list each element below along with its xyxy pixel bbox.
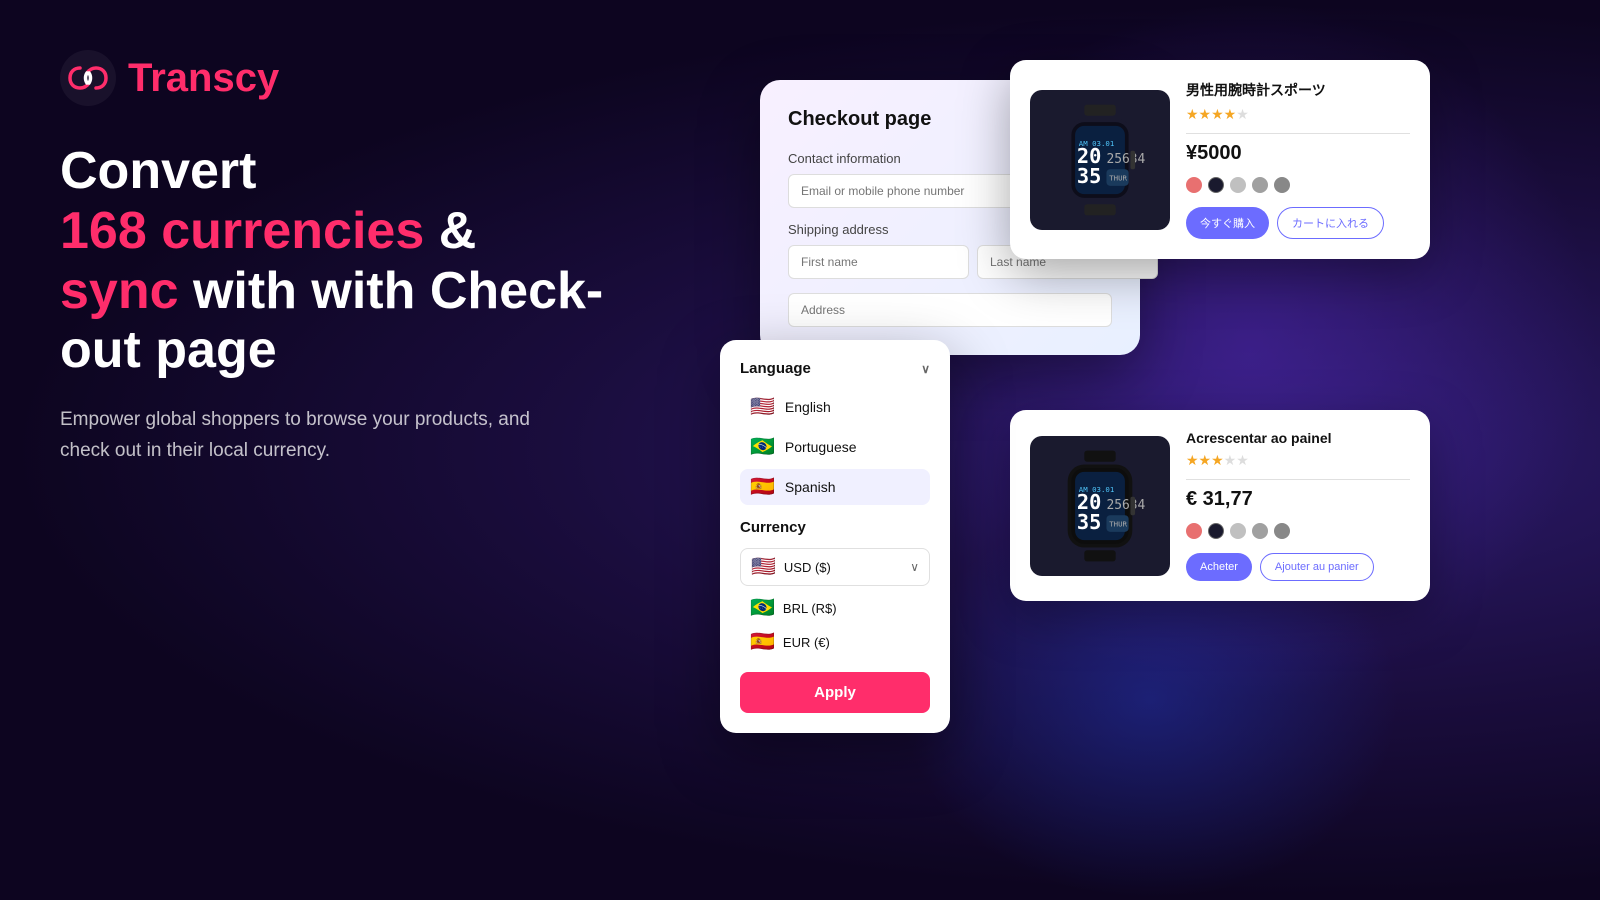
language-item-english[interactable]: 🇺🇸 English [740, 389, 930, 425]
buy-now-jp-button[interactable]: 今すぐ購入 [1186, 207, 1269, 239]
headline-sync: sync [60, 262, 179, 320]
divider-bottom [1186, 479, 1410, 480]
headline-checkout2: out page [60, 321, 277, 379]
headline: Convert 168 currencies & sync with with … [60, 142, 620, 381]
language-item-spanish[interactable]: 🇪🇸 Spanish [740, 469, 930, 505]
product-price-top: ¥5000 [1186, 142, 1410, 165]
svg-text:25634: 25634 [1106, 151, 1145, 166]
logo-text: Transcy [128, 56, 279, 101]
svg-text:THUR: THUR [1109, 519, 1127, 528]
product-title-bottom: Acrescentar ao painel [1186, 430, 1410, 446]
flag-usd: 🇺🇸 [751, 557, 776, 577]
product-title-top: 男性用腕時計スポーツ [1186, 80, 1410, 100]
language-portuguese-text: Portuguese [785, 439, 857, 455]
product-info-bottom: Acrescentar ao painel ★★★★★ € 31,77 Ache… [1186, 430, 1410, 581]
color-dot-b1[interactable] [1186, 523, 1202, 539]
color-dot-2[interactable] [1208, 177, 1224, 193]
color-dot-b2[interactable] [1208, 523, 1224, 539]
product-price-bottom: € 31,77 [1186, 488, 1410, 511]
language-label: Language [740, 360, 811, 377]
flag-eur: 🇪🇸 [750, 632, 775, 652]
color-dots-bottom [1186, 523, 1410, 539]
right-panel: Checkout page Contact information Shippi… [700, 30, 1600, 870]
currency-section: Currency 🇺🇸 USD ($) ∨ 🇧🇷 BRL (R$) 🇪🇸 EUR… [740, 519, 930, 658]
add-to-cart-jp-button[interactable]: カートに入れる [1277, 207, 1384, 239]
language-spanish-text: Spanish [785, 479, 836, 495]
stars-top: ★★★★★ [1186, 106, 1410, 123]
color-dot-3[interactable] [1230, 177, 1246, 193]
subtext: Empower global shoppers to browse your p… [60, 405, 560, 466]
logo-part1: Trans [128, 56, 235, 100]
product-info-top: 男性用腕時計スポーツ ★★★★★ ¥5000 今すぐ購入 カートに入れる [1186, 80, 1410, 239]
flag-es: 🇪🇸 [750, 477, 775, 497]
logo-part2: cy [235, 56, 280, 100]
product-card-top: AM 03.01 20 25634 35 THUR 男性用腕時計スポーツ ★★★… [1010, 60, 1430, 259]
add-cart-fr-button[interactable]: Ajouter au panier [1260, 553, 1374, 581]
svg-text:35: 35 [1077, 164, 1101, 188]
product-image-top: AM 03.01 20 25634 35 THUR [1030, 90, 1170, 230]
stars-bottom: ★★★★★ [1186, 452, 1410, 469]
product-image-bottom: AM 03.01 20 25634 35 THUR [1030, 436, 1170, 576]
color-dot-b3[interactable] [1230, 523, 1246, 539]
currency-brl-text: BRL (R$) [783, 601, 837, 616]
buy-fr-button[interactable]: Acheter [1186, 553, 1252, 581]
apply-button[interactable]: Apply [740, 672, 930, 713]
headline-ampersand: & [439, 202, 477, 260]
color-dot-b5[interactable] [1274, 523, 1290, 539]
headline-convert: Convert [60, 142, 256, 200]
address-input[interactable] [788, 293, 1112, 327]
headline-with: with [193, 262, 311, 320]
currency-eur-text: EUR (€) [783, 635, 830, 650]
language-currency-popup: Language ∨ 🇺🇸 English 🇧🇷 Portuguese 🇪🇸 S… [720, 340, 950, 733]
headline-checkout1: with Check- [311, 262, 603, 320]
chevron-down-icon: ∨ [921, 362, 930, 376]
first-name-input[interactable] [788, 245, 969, 279]
color-dot-1[interactable] [1186, 177, 1202, 193]
currency-item-brl[interactable]: 🇧🇷 BRL (R$) [740, 592, 930, 624]
language-item-portuguese[interactable]: 🇧🇷 Portuguese [740, 429, 930, 465]
currency-selected-value: 🇺🇸 USD ($) [751, 557, 831, 577]
product-buttons-top: 今すぐ購入 カートに入れる [1186, 207, 1410, 239]
language-english-text: English [785, 399, 831, 415]
divider-top [1186, 133, 1410, 134]
flag-br: 🇧🇷 [750, 437, 775, 457]
color-dots-top [1186, 177, 1410, 193]
currency-select-dropdown[interactable]: 🇺🇸 USD ($) ∨ [740, 548, 930, 586]
svg-text:THUR: THUR [1109, 173, 1127, 182]
currency-usd-text: USD ($) [784, 560, 831, 575]
currency-section-title: Currency [740, 519, 930, 536]
currency-item-eur[interactable]: 🇪🇸 EUR (€) [740, 626, 930, 658]
color-dot-4[interactable] [1252, 177, 1268, 193]
product-card-bottom: AM 03.01 20 25634 35 THUR Acrescentar ao… [1010, 410, 1430, 601]
color-dot-b4[interactable] [1252, 523, 1268, 539]
currency-label: Currency [740, 519, 806, 536]
svg-text:35: 35 [1077, 510, 1101, 534]
language-section-title: Language ∨ [740, 360, 930, 377]
flag-brl: 🇧🇷 [750, 598, 775, 618]
left-panel: Transcy Convert 168 currencies & sync wi… [60, 50, 620, 466]
logo-row: Transcy [60, 50, 620, 106]
chevron-currency-icon: ∨ [910, 560, 919, 574]
product-buttons-bottom: Acheter Ajouter au panier [1186, 553, 1410, 581]
flag-us: 🇺🇸 [750, 397, 775, 417]
color-dot-5[interactable] [1274, 177, 1290, 193]
svg-text:25634: 25634 [1106, 497, 1145, 512]
headline-currencies: 168 currencies [60, 202, 424, 260]
logo-icon [60, 50, 116, 106]
